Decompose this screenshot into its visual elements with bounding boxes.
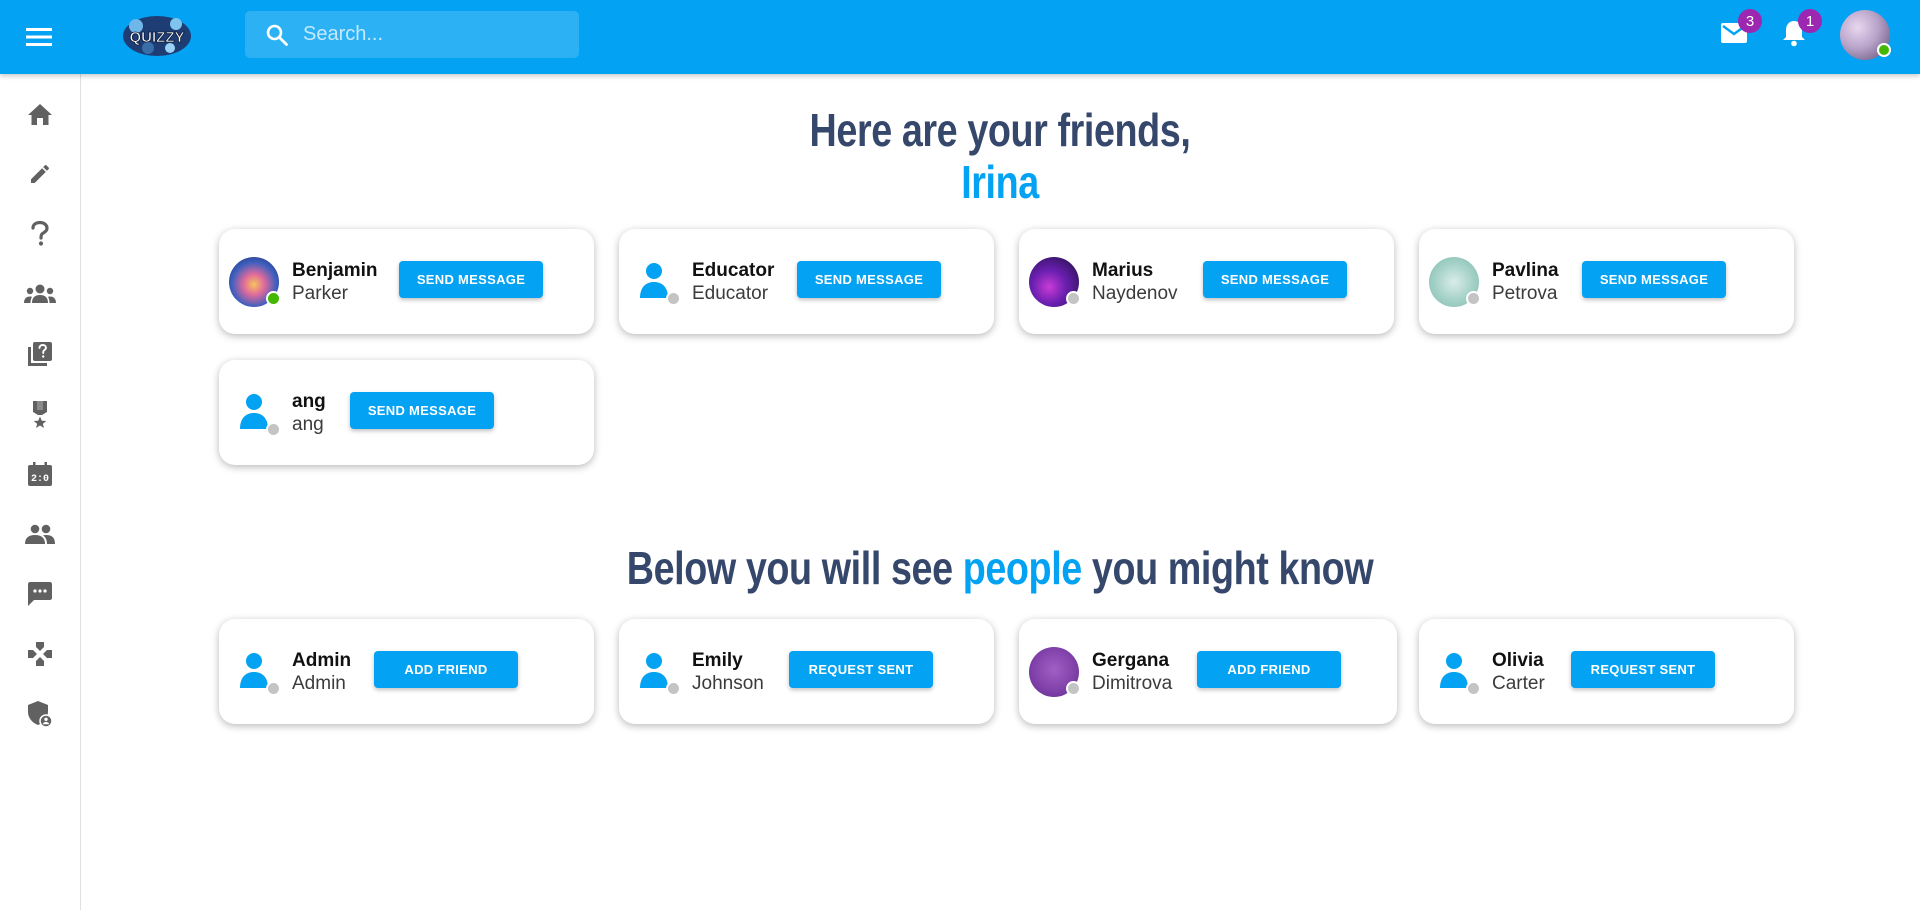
quizzy-logo[interactable]: QUIZZY [120, 12, 194, 60]
suggestion-card: Olivia Carter REQUEST SENT [1419, 619, 1794, 724]
online-status-dot [1877, 43, 1891, 57]
notifications-button[interactable]: 1 [1776, 9, 1822, 53]
mail-count-badge: 3 [1738, 9, 1762, 33]
online-status-dot [266, 291, 281, 306]
scoreboard-icon: 2:0 [27, 461, 53, 492]
question-icon [30, 220, 50, 252]
suggestions-heading-after: you might know [1091, 542, 1374, 594]
offline-status-dot [266, 422, 281, 437]
notification-count-badge: 1 [1798, 9, 1822, 33]
person-avatar[interactable] [1429, 647, 1481, 697]
sidebar-item-questions[interactable] [24, 220, 56, 252]
person-first-name: Admin [292, 650, 352, 671]
menu-icon[interactable] [22, 20, 56, 54]
friend-avatar[interactable] [229, 388, 281, 438]
groups-icon [24, 283, 56, 310]
person-avatar[interactable] [229, 647, 281, 697]
friend-first-name: Pavlina [1492, 260, 1559, 281]
friend-first-name: ang [292, 391, 326, 412]
suggestion-card: Admin Admin ADD FRIEND [219, 619, 594, 724]
friend-last-name: ang [292, 414, 324, 435]
suggestions-heading-before: Below you will see [626, 542, 953, 594]
person-first-name: Olivia [1492, 650, 1544, 671]
user-avatar[interactable] [1840, 10, 1891, 60]
pencil-icon [28, 162, 52, 191]
person-last-name: Johnson [692, 673, 764, 694]
friend-card: Benjamin Parker SEND MESSAGE [219, 229, 594, 334]
friend-card: Marius Naydenov SEND MESSAGE [1019, 229, 1394, 334]
friend-avatar[interactable] [1029, 257, 1081, 307]
offline-status-dot [666, 291, 681, 306]
mail-button[interactable]: 3 [1716, 9, 1762, 53]
person-first-name: Emily [692, 650, 743, 671]
sidebar-item-chat[interactable] [24, 580, 56, 612]
sidebar-item-achievements[interactable] [24, 400, 56, 432]
sidebar-item-friends[interactable] [24, 520, 56, 552]
friend-last-name: Educator [692, 283, 769, 304]
svg-text:QUIZZY: QUIZZY [130, 29, 185, 46]
friends-heading-username: Irina [961, 156, 1039, 208]
friend-last-name: Petrova [1492, 283, 1558, 304]
suggestions-heading-accent: people [962, 542, 1083, 594]
sidebar-item-admin[interactable] [24, 700, 56, 732]
friend-avatar[interactable] [229, 257, 281, 307]
friend-card: Pavlina Petrova SEND MESSAGE [1419, 229, 1794, 334]
gamepad-icon [27, 641, 53, 672]
add-friend-button[interactable]: ADD FRIEND [1197, 651, 1341, 688]
suggestion-card: Emily Johnson REQUEST SENT [619, 619, 994, 724]
people-icon [25, 524, 55, 549]
person-avatar[interactable] [629, 647, 681, 697]
send-message-button[interactable]: SEND MESSAGE [797, 261, 941, 298]
suggestions-heading: Below you will see people you might know [574, 538, 1427, 598]
offline-status-dot [1466, 291, 1481, 306]
quiz-icon [27, 341, 53, 372]
request-sent-button[interactable]: REQUEST SENT [1571, 651, 1715, 688]
admin-shield-icon [27, 700, 53, 733]
friend-last-name: Parker [292, 283, 348, 304]
sidebar-item-home[interactable] [24, 100, 56, 132]
offline-status-dot [666, 681, 681, 696]
friend-first-name: Benjamin [292, 260, 378, 281]
person-first-name: Gergana [1092, 650, 1170, 671]
friend-first-name: Marius [1092, 260, 1154, 281]
friend-last-name: Naydenov [1092, 283, 1178, 304]
person-last-name: Carter [1492, 673, 1545, 694]
search-bar[interactable] [245, 11, 579, 58]
svg-text:2:0: 2:0 [31, 474, 49, 485]
search-input[interactable] [303, 11, 569, 58]
offline-status-dot [1466, 681, 1481, 696]
send-message-button[interactable]: SEND MESSAGE [350, 392, 494, 429]
send-message-button[interactable]: SEND MESSAGE [399, 261, 543, 298]
friend-avatar[interactable] [629, 257, 681, 307]
sidebar-item-scoreboard[interactable]: 2:0 [24, 460, 56, 492]
send-message-button[interactable]: SEND MESSAGE [1203, 261, 1347, 298]
medal-icon [30, 400, 50, 433]
sidebar-item-quizzes[interactable] [24, 340, 56, 372]
sidebar-item-groups[interactable] [24, 280, 56, 312]
search-icon [265, 23, 289, 47]
person-last-name: Admin [292, 673, 346, 694]
friend-card: Educator Educator SEND MESSAGE [619, 229, 994, 334]
friend-avatar[interactable] [1429, 257, 1481, 307]
sidebar: 2:0 [0, 74, 81, 910]
request-sent-button[interactable]: REQUEST SENT [789, 651, 933, 688]
home-icon [27, 102, 53, 131]
chat-icon [27, 581, 53, 612]
person-last-name: Dimitrova [1092, 673, 1173, 694]
sidebar-item-create[interactable] [24, 160, 56, 192]
offline-status-dot [1066, 291, 1081, 306]
friend-first-name: Educator [692, 260, 775, 281]
top-app-bar: QUIZZY 3 1 [0, 0, 1920, 74]
offline-status-dot [1066, 681, 1081, 696]
friends-heading: Here are your friends, [809, 104, 1191, 156]
suggestion-card: Gergana Dimitrova ADD FRIEND [1019, 619, 1397, 724]
send-message-button[interactable]: SEND MESSAGE [1582, 261, 1726, 298]
friend-card: ang ang SEND MESSAGE [219, 360, 594, 465]
sidebar-item-games[interactable] [24, 640, 56, 672]
add-friend-button[interactable]: ADD FRIEND [374, 651, 518, 688]
offline-status-dot [266, 681, 281, 696]
person-avatar[interactable] [1029, 647, 1081, 697]
